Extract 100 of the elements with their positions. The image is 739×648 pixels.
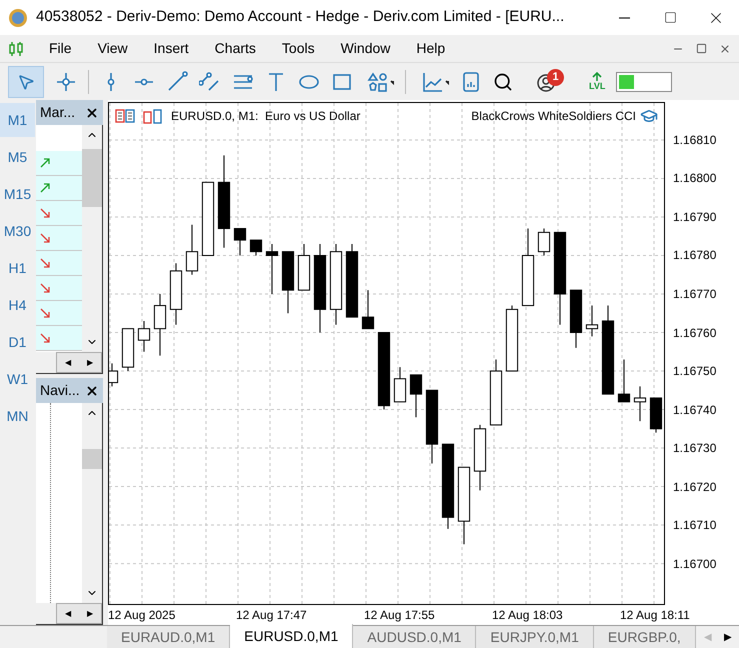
price-label: 1.16740 [673, 402, 716, 417]
candle [506, 305, 518, 372]
menu-item[interactable]: Insert [140, 38, 202, 59]
scroll-right-arrow[interactable]: ▶ [724, 630, 732, 644]
menu-item[interactable]: Help [403, 38, 458, 59]
chart-type-icon[interactable] [143, 108, 163, 124]
timeframe-button[interactable]: M15 [0, 177, 35, 211]
time-label: 12 Aug 18:03 [492, 607, 564, 624]
candle [250, 240, 262, 256]
down-arrow-icon [40, 333, 50, 343]
candle [538, 228, 550, 256]
price-label: 1.16700 [673, 556, 716, 571]
candle [122, 328, 134, 372]
timeframe-button[interactable]: M1 [0, 103, 35, 137]
price-label: 1.16730 [673, 441, 716, 456]
timeframe-button[interactable]: D1 [0, 325, 35, 359]
search-icon[interactable] [493, 72, 513, 92]
book-icon[interactable] [460, 70, 482, 92]
chart-tab[interactable]: EURUSD.0,M1 [230, 624, 354, 648]
price-label: 1.16800 [673, 171, 716, 186]
price-label: 1.16710 [673, 518, 716, 532]
chart-tab[interactable]: AUDUSD.0,M1 [353, 626, 476, 648]
menu-item[interactable]: Charts [202, 38, 269, 59]
menu-item[interactable]: File [36, 38, 85, 59]
candle [138, 320, 150, 352]
price-label: 1.16720 [673, 480, 716, 494]
window-title: 40538052 - Deriv-Demo: Demo Account - Hedge - Deriv.com Limited - [EURU... [36, 7, 564, 28]
timeframe-button[interactable]: M5 [0, 140, 35, 174]
down-arrow-icon [40, 283, 50, 293]
pointer-icon [17, 72, 35, 90]
candle [298, 243, 310, 291]
timeframe-button[interactable]: W1 [0, 362, 35, 396]
trade-panel-icon[interactable] [115, 109, 135, 123]
candles-icon [8, 40, 24, 56]
maximize-icon [664, 11, 676, 24]
candle [410, 374, 422, 418]
down-arrow-icon [40, 308, 50, 318]
candle [650, 397, 662, 434]
price-label: 1.16810 [673, 132, 716, 147]
horizontal-scrollbar[interactable]: ◀ ▶ [56, 352, 102, 373]
menu-item[interactable]: Tools [268, 38, 328, 59]
restore-chart-icon[interactable] [696, 42, 707, 54]
candle [154, 294, 166, 356]
time-label: 12 Aug 17:55 [364, 607, 436, 624]
notification-badge: 1 [547, 68, 564, 86]
crosshair-icon[interactable] [55, 70, 77, 92]
scroll-thumb[interactable] [82, 449, 102, 469]
candle [474, 424, 486, 491]
upload-arrow-icon [592, 72, 602, 82]
level-label: LVL [589, 82, 606, 91]
price-label: 1.16770 [673, 287, 716, 301]
scroll-left-arrow[interactable]: ◀ [65, 356, 71, 368]
close-icon[interactable] [85, 106, 99, 120]
candle [634, 386, 646, 422]
scroll-thumb[interactable] [82, 149, 102, 207]
channel-icon[interactable] [199, 70, 221, 92]
candle [618, 358, 630, 402]
candle [362, 290, 374, 330]
price-label: 1.16790 [673, 210, 716, 224]
candle [586, 305, 598, 337]
chart-tab[interactable]: EURGBP.0, [594, 626, 696, 648]
timeframe-button[interactable]: MN [0, 399, 35, 433]
price-label: 1.16780 [673, 248, 716, 262]
timeframe-button[interactable]: M30 [0, 214, 35, 248]
timeframe-button[interactable]: H4 [0, 288, 35, 322]
scroll-left-arrow[interactable]: ◀ [65, 608, 71, 620]
up-arrow-icon [40, 158, 50, 168]
menu-item[interactable]: Window [328, 38, 404, 59]
down-arrow-icon [40, 258, 50, 268]
chart-symbol-label: EURUSD.0, M1: Euro vs US Dollar [171, 108, 360, 125]
menu-item[interactable]: View [84, 38, 141, 59]
time-label: 12 Aug 18:11 [620, 607, 691, 624]
candle [394, 366, 406, 402]
down-arrow-icon [40, 208, 50, 218]
chart-tab[interactable]: EURJPY.0,M1 [476, 626, 594, 648]
timeframe-button[interactable]: H1 [0, 251, 35, 285]
close-chart-icon[interactable] [719, 42, 731, 54]
price-label: 1.16760 [673, 326, 716, 340]
app-logo-icon [8, 8, 28, 28]
indicator-label: BlackCrows WhiteSoldiers CCI [471, 108, 636, 125]
candle [266, 243, 278, 294]
trendline-icon[interactable] [166, 70, 188, 92]
candle [570, 290, 582, 348]
candle [170, 262, 182, 326]
scroll-right-arrow[interactable]: ▶ [87, 356, 93, 368]
close-icon[interactable] [85, 384, 99, 398]
chart-tab[interactable]: EURAUD.0,M1 [107, 626, 230, 648]
panel-title: Mar... [40, 103, 76, 122]
horizontal-scrollbar[interactable]: ◀ ▶ [56, 603, 102, 624]
pointer-button[interactable] [8, 66, 44, 98]
graduation-cap-icon[interactable] [640, 107, 658, 125]
scroll-right-arrow[interactable]: ▶ [87, 608, 93, 620]
up-arrow-icon [40, 183, 50, 193]
price-label: 1.16750 [673, 364, 716, 378]
minimize-icon [618, 16, 630, 18]
panel-title: Navi... [40, 381, 80, 400]
time-label: 12 Aug 17:47 [236, 607, 308, 624]
candle [234, 228, 246, 256]
candle [490, 358, 502, 426]
candle [186, 224, 198, 276]
